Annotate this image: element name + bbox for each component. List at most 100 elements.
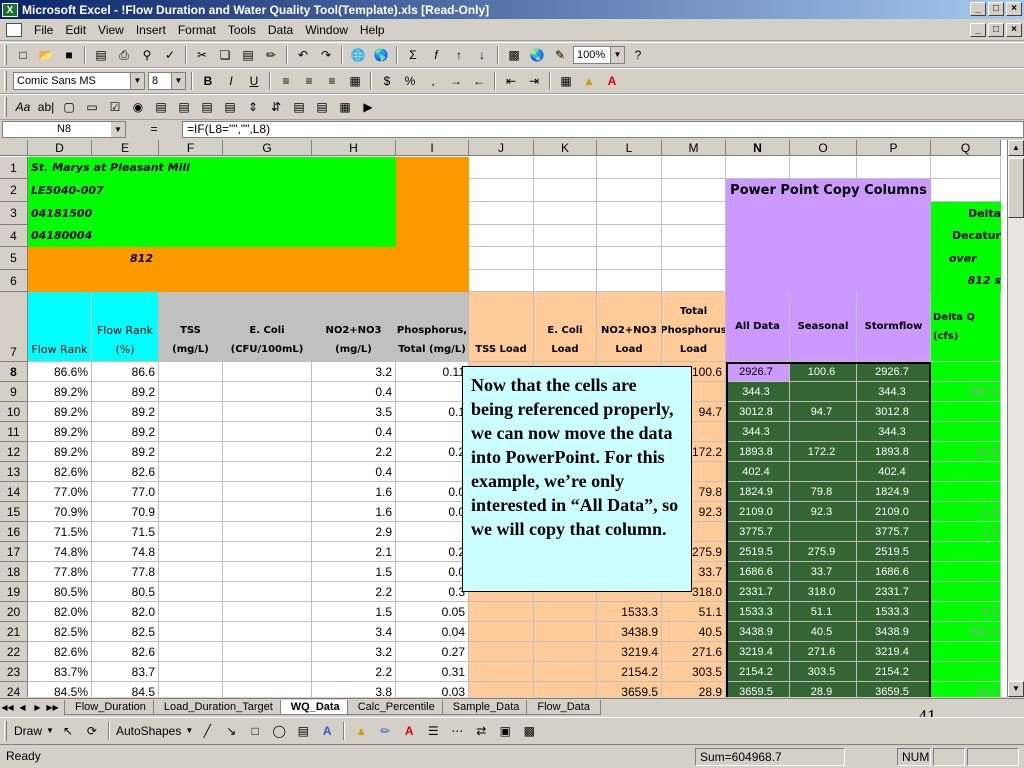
cell-k22[interactable] xyxy=(534,642,597,662)
cell-i17[interactable]: 0.2 xyxy=(396,542,469,562)
column-header-q[interactable]: Q xyxy=(931,140,1001,156)
sort-descending-icon[interactable]: ↓ xyxy=(472,45,492,65)
percent-icon[interactable]: % xyxy=(400,71,420,91)
cell-l22[interactable]: 3219.4 xyxy=(597,642,662,662)
scroll-thumb[interactable] xyxy=(1008,158,1024,218)
cell-e20[interactable]: 82.0 xyxy=(92,602,159,622)
cell-p22[interactable]: 3219.4 xyxy=(857,642,931,662)
wordart-icon[interactable]: A xyxy=(317,721,337,741)
cell[interactable] xyxy=(597,202,662,225)
row-header[interactable]: 20 xyxy=(0,602,28,622)
chevron-down-icon[interactable]: ▼ xyxy=(111,121,125,137)
cell-k21[interactable] xyxy=(534,622,597,642)
cell[interactable] xyxy=(469,270,534,292)
undo-icon[interactable]: ↶ xyxy=(293,45,313,65)
cell-m21[interactable]: 40.5 xyxy=(662,622,726,642)
cell-g10[interactable] xyxy=(223,402,312,422)
cell-q16[interactable]: 1.3 xyxy=(931,522,1001,542)
underline-icon[interactable]: U xyxy=(244,71,264,91)
cell-p12[interactable]: 1893.8 xyxy=(857,442,931,462)
cell-o14[interactable]: 79.8 xyxy=(790,482,857,502)
cell-g18[interactable] xyxy=(223,562,312,582)
column-header-p[interactable]: P xyxy=(857,140,931,156)
control-properties-icon[interactable]: ▤ xyxy=(289,97,309,117)
cell-g23[interactable] xyxy=(223,662,312,682)
menu-edit[interactable]: Edit xyxy=(59,23,92,37)
align-center-icon[interactable]: ≡ xyxy=(299,71,319,91)
cell-d12[interactable]: 89.2% xyxy=(28,442,92,462)
column-header-d[interactable]: D xyxy=(28,140,92,156)
cell[interactable] xyxy=(534,179,597,202)
vertical-scrollbar[interactable]: ▲ ▼ xyxy=(1007,140,1024,697)
row-header[interactable]: 8 xyxy=(0,362,28,382)
help-icon[interactable]: ? xyxy=(628,45,648,65)
shadow-icon[interactable]: ▣ xyxy=(495,721,515,741)
oval-icon[interactable]: ◯ xyxy=(269,721,289,741)
scroll-up-button[interactable]: ▲ xyxy=(1008,140,1024,156)
function-icon[interactable]: f xyxy=(426,45,446,65)
column-header-i[interactable]: I xyxy=(396,140,469,156)
doc-minimize-button[interactable]: _ xyxy=(970,23,986,37)
formula-input[interactable]: =IF(L8="","",L8) xyxy=(182,120,1024,138)
excel-icon[interactable]: X xyxy=(2,2,18,17)
font-color-icon[interactable]: A xyxy=(602,71,622,91)
column-header-j[interactable]: J xyxy=(469,140,534,156)
cell-e14[interactable]: 77.0 xyxy=(92,482,159,502)
close-button[interactable]: × xyxy=(1006,2,1022,16)
cell-m20[interactable]: 51.1 xyxy=(662,602,726,622)
cell[interactable] xyxy=(396,157,469,247)
cell-g9[interactable] xyxy=(223,382,312,402)
cell-o21[interactable]: 40.5 xyxy=(790,622,857,642)
column-header-m[interactable]: M xyxy=(662,140,726,156)
cell[interactable] xyxy=(662,179,726,202)
cell-d11[interactable]: 89.2% xyxy=(28,422,92,442)
chevron-down-icon[interactable]: ▼ xyxy=(185,726,193,735)
cell-f15[interactable] xyxy=(159,502,223,522)
prev-sheet-icon[interactable]: ◀ xyxy=(15,700,30,715)
cell-d24[interactable]: 84.5% xyxy=(28,682,92,697)
chevron-down-icon[interactable]: ▼ xyxy=(130,73,144,89)
cell-g14[interactable] xyxy=(223,482,312,502)
cell-j21[interactable] xyxy=(469,622,534,642)
cell-g16[interactable] xyxy=(223,522,312,542)
cell[interactable] xyxy=(534,270,597,292)
cell[interactable] xyxy=(931,157,1001,179)
cell-o15[interactable]: 92.3 xyxy=(790,502,857,522)
cell-e19[interactable]: 80.5 xyxy=(92,582,159,602)
combo-box-icon[interactable]: ▤ xyxy=(174,97,194,117)
cell-p14[interactable]: 1824.9 xyxy=(857,482,931,502)
cell-e24[interactable]: 84.5 xyxy=(92,682,159,697)
cell-o24[interactable]: 28.9 xyxy=(790,682,857,697)
spinner-icon[interactable]: ⇵ xyxy=(266,97,286,117)
row-header[interactable]: 19 xyxy=(0,582,28,602)
cell-n9[interactable]: 344.3 xyxy=(726,382,790,402)
toggle-grid-icon[interactable]: ▦ xyxy=(335,97,355,117)
row-header[interactable]: 1 xyxy=(0,157,28,179)
cell-f11[interactable] xyxy=(159,422,223,442)
cell-h22[interactable]: 3.2 xyxy=(312,642,396,662)
cell[interactable] xyxy=(597,179,662,202)
line-icon[interactable]: ╱ xyxy=(197,721,217,741)
row-header[interactable]: 21 xyxy=(0,622,28,642)
cell-i18[interactable]: 0.0 xyxy=(396,562,469,582)
cell-d21[interactable]: 82.5% xyxy=(28,622,92,642)
sheet-tab-load-duration-target[interactable]: Load_Duration_Target xyxy=(152,699,284,715)
cell-g13[interactable] xyxy=(223,462,312,482)
cell-d19[interactable]: 80.5% xyxy=(28,582,92,602)
cell[interactable] xyxy=(469,179,534,202)
cell-n11[interactable]: 344.3 xyxy=(726,422,790,442)
zoom-select[interactable]: 100% ▼ xyxy=(573,46,625,64)
cell-n22[interactable]: 3219.4 xyxy=(726,642,790,662)
font-size-select[interactable]: 8 ▼ xyxy=(148,72,186,90)
menu-file[interactable]: File xyxy=(28,23,59,37)
cell[interactable] xyxy=(662,225,726,247)
cell-q21[interactable]: 902.2 xyxy=(931,622,1001,642)
cell-l21[interactable]: 3438.9 xyxy=(597,622,662,642)
align-left-icon[interactable]: ≡ xyxy=(276,71,296,91)
cell-q15[interactable]: 1.3 xyxy=(931,502,1001,522)
cell-h23[interactable]: 2.2 xyxy=(312,662,396,682)
open-icon[interactable]: 📂 xyxy=(36,45,56,65)
row-header[interactable]: 4 xyxy=(0,225,28,247)
cell-g22[interactable] xyxy=(223,642,312,662)
cell[interactable] xyxy=(597,225,662,247)
